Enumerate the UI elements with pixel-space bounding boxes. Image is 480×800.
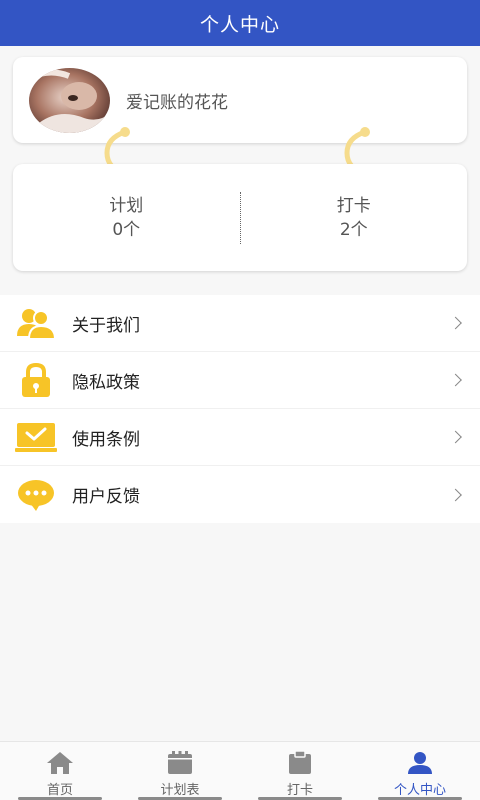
page-header: 个人中心 xyxy=(0,0,480,46)
page-title: 个人中心 xyxy=(199,13,280,36)
users-icon xyxy=(14,303,58,343)
bottom-tab-bar: 首页 计划表 打卡 个人中心 xyxy=(0,741,480,800)
chevron-right-icon xyxy=(449,316,462,330)
chevron-right-icon xyxy=(449,373,462,387)
tab-checkin-label: 打卡 xyxy=(286,783,313,798)
avatar[interactable] xyxy=(29,67,110,133)
menu-label-feedback: 用户反馈 xyxy=(72,487,140,507)
tab-plan-table[interactable]: 计划表 xyxy=(120,742,240,800)
clipboard-icon xyxy=(286,751,314,775)
settings-menu: 关于我们 隐私政策 使用条例 用户反馈 xyxy=(0,295,480,523)
stat-plans-label: 计划 xyxy=(109,195,144,216)
nickname: 爱记账的花花 xyxy=(126,92,228,113)
stat-checkins-value: 2个 xyxy=(339,219,368,240)
chevron-right-icon xyxy=(449,488,462,501)
stat-checkins-label: 打卡 xyxy=(336,195,371,216)
stat-plans[interactable]: 计划 0个 xyxy=(13,194,240,242)
tab-checkin[interactable]: 打卡 xyxy=(240,742,360,800)
stat-plans-value: 0个 xyxy=(112,219,141,240)
calendar-icon xyxy=(166,751,194,775)
menu-label-terms: 使用条例 xyxy=(72,429,140,450)
stat-checkins[interactable]: 打卡 2个 xyxy=(241,194,468,242)
tab-home[interactable]: 首页 xyxy=(0,742,120,800)
tab-profile-label: 个人中心 xyxy=(393,783,446,798)
menu-label-privacy: 隐私政策 xyxy=(72,372,140,393)
menu-item-privacy[interactable]: 隐私政策 xyxy=(0,352,480,409)
menu-item-about[interactable]: 关于我们 xyxy=(0,295,480,352)
chat-bubble-icon xyxy=(14,475,58,515)
tab-home-label: 首页 xyxy=(46,783,73,798)
laptop-check-icon xyxy=(14,417,58,457)
menu-label-about: 关于我们 xyxy=(72,315,140,336)
chevron-right-icon xyxy=(449,430,462,444)
tab-profile[interactable]: 个人中心 xyxy=(360,742,480,800)
menu-item-terms[interactable]: 使用条例 xyxy=(0,409,480,466)
home-icon xyxy=(46,751,74,775)
profile-card[interactable]: 爱记账的花花 xyxy=(13,57,467,143)
stats-card: 计划 0个 打卡 2个 xyxy=(13,164,467,271)
lock-icon xyxy=(14,360,58,400)
person-icon xyxy=(406,751,434,775)
tab-plan-table-label: 计划表 xyxy=(160,783,200,798)
menu-item-feedback[interactable]: 用户反馈 xyxy=(0,466,480,523)
